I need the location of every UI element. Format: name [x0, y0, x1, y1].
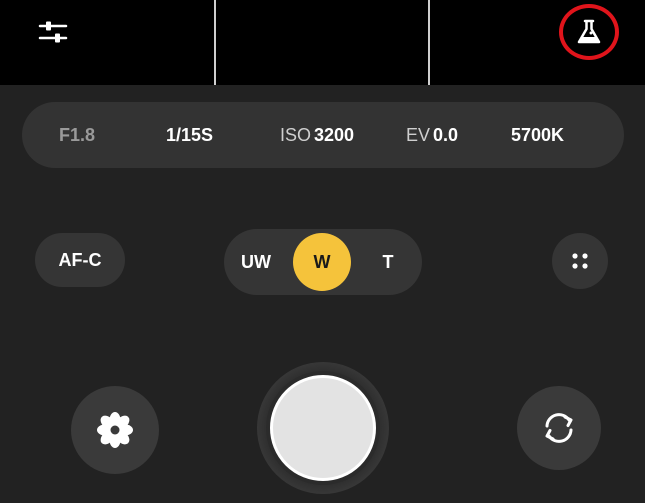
shutter-speed-value[interactable]: 1/15S — [166, 102, 213, 168]
shutter-ring — [257, 362, 389, 494]
lens-tele[interactable]: T — [368, 229, 408, 295]
more-options-button[interactable] — [552, 233, 608, 289]
top-bar — [0, 0, 645, 85]
white-balance-text: 5700K — [511, 124, 565, 145]
lens-selector: UW W T — [224, 229, 422, 295]
flower-icon — [97, 412, 133, 448]
four-dots-icon — [572, 253, 588, 269]
camera-switch-button[interactable] — [517, 386, 601, 470]
lens-w-label: W — [313, 251, 331, 272]
iso-number: 3200 — [314, 124, 355, 145]
grid-line-left — [214, 0, 216, 85]
aperture-text: F1.8 — [59, 124, 96, 145]
aperture-value[interactable]: F1.8 — [59, 102, 95, 168]
shutter-button[interactable] — [270, 375, 376, 481]
params-bar: F1.8 1/15S ISO 3200 EV 0.0 5700K — [22, 102, 624, 168]
focus-mode-button[interactable]: AF-C — [35, 233, 125, 287]
iso-label: ISO — [280, 124, 312, 145]
filter-button[interactable] — [71, 386, 159, 474]
lens-wide[interactable]: W — [293, 233, 351, 291]
grid-line-right — [428, 0, 430, 85]
white-balance-value[interactable]: 5700K — [511, 102, 564, 168]
sliders-icon — [38, 21, 68, 43]
focus-mode-label: AF-C — [58, 249, 102, 270]
flask-icon — [577, 19, 601, 44]
shutter-text: 1/15S — [166, 124, 214, 145]
ev-number: 0.0 — [433, 124, 459, 145]
camera-switch-icon — [545, 413, 573, 443]
ev-value[interactable]: EV 0.0 — [406, 102, 458, 168]
camera-screen: F1.8 1/15S ISO 3200 EV 0.0 5700K AF-C UW… — [0, 0, 645, 503]
lens-uw-label: UW — [241, 251, 271, 272]
ev-label: EV — [406, 124, 431, 145]
iso-value[interactable]: ISO 3200 — [280, 102, 354, 168]
lens-t-label: T — [382, 251, 394, 272]
settings-button[interactable] — [32, 14, 74, 50]
lab-button[interactable] — [559, 4, 623, 64]
lens-ultra-wide[interactable]: UW — [234, 229, 278, 295]
